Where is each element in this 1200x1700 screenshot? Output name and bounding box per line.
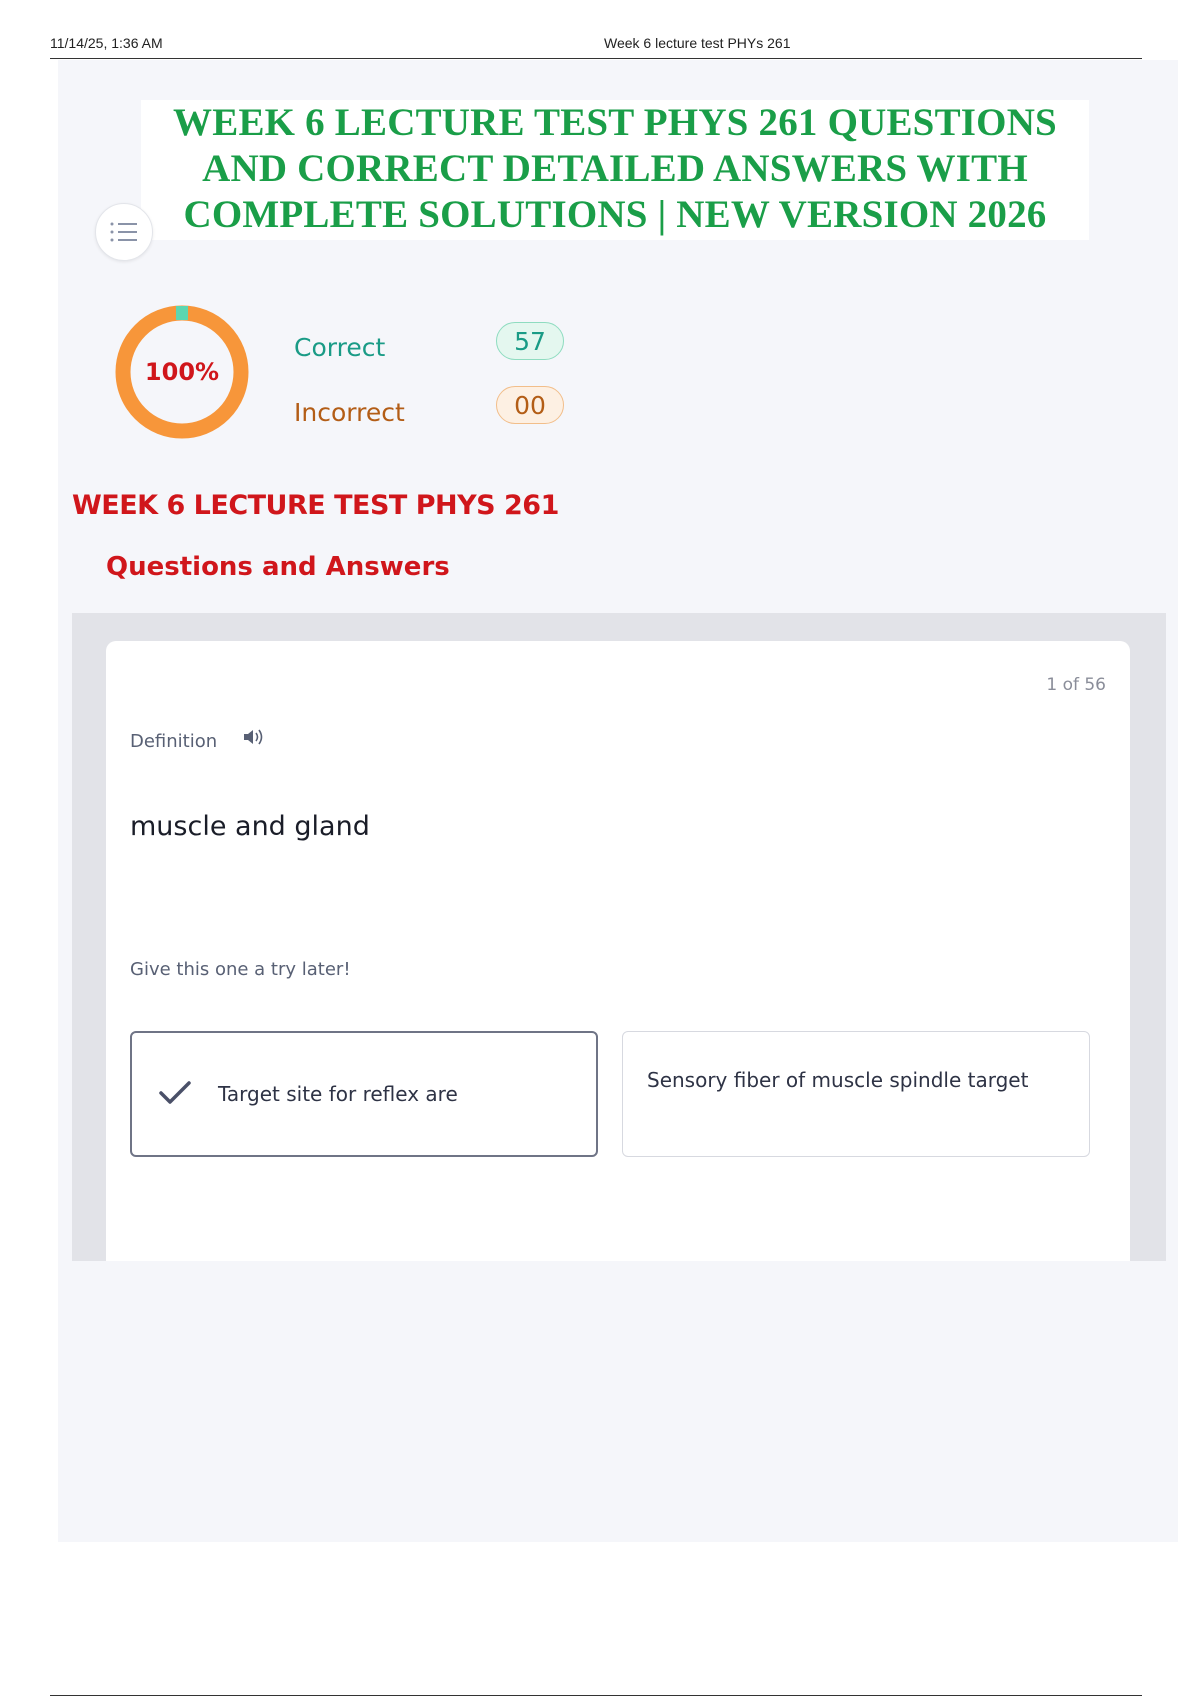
score-percent: 100%: [144, 358, 220, 386]
card-hint: Give this one a try later!: [130, 959, 351, 980]
correct-count-badge: 57: [496, 322, 564, 360]
speaker-icon[interactable]: [242, 727, 264, 747]
section-title: WEEK 6 LECTURE TEST PHYS 261: [72, 490, 559, 521]
correct-label: Correct: [294, 333, 386, 362]
answer-option-selected[interactable]: Target site for reflex are: [130, 1031, 598, 1157]
card-term: muscle and gland: [130, 811, 370, 842]
banner-line: COMPLETE SOLUTIONS | NEW VERSION 2026: [183, 193, 1047, 236]
incorrect-label: Incorrect: [294, 398, 405, 427]
print-document-title: Week 6 lecture test PHYs 261: [604, 35, 791, 51]
page-panel: WEEK 6 LECTURE TEST PHYS 261 QUESTIONS A…: [58, 60, 1178, 1542]
incorrect-count-badge: 00: [496, 386, 564, 424]
answer-option-text: Sensory fiber of muscle spindle target: [647, 1068, 1029, 1092]
card-counter: 1 of 56: [1046, 675, 1106, 695]
check-icon: [159, 1081, 191, 1104]
menu-button[interactable]: [95, 203, 153, 261]
footer-rule: [50, 1695, 1142, 1696]
list-icon: [110, 222, 137, 242]
card-type-label: Definition: [130, 731, 218, 752]
section-subtitle: Questions and Answers: [106, 552, 450, 582]
answer-option[interactable]: Sensory fiber of muscle spindle target: [622, 1031, 1090, 1157]
print-header: 11/14/25, 1:36 AM Week 6 lecture test PH…: [50, 32, 1142, 59]
answer-option-text: Target site for reflex are: [218, 1082, 458, 1106]
banner-line: WEEK 6 LECTURE TEST PHYS 261 QUESTIONS: [173, 101, 1057, 144]
print-date: 11/14/25, 1:36 AM: [50, 35, 163, 51]
flashcard-frame: 1 of 56 Definition muscle and gland Give…: [72, 613, 1166, 1261]
banner-line: AND CORRECT DETAILED ANSWERS WITH: [202, 147, 1028, 190]
title-banner: WEEK 6 LECTURE TEST PHYS 261 QUESTIONS A…: [141, 100, 1089, 240]
flashcard: 1 of 56 Definition muscle and gland Give…: [106, 641, 1130, 1261]
